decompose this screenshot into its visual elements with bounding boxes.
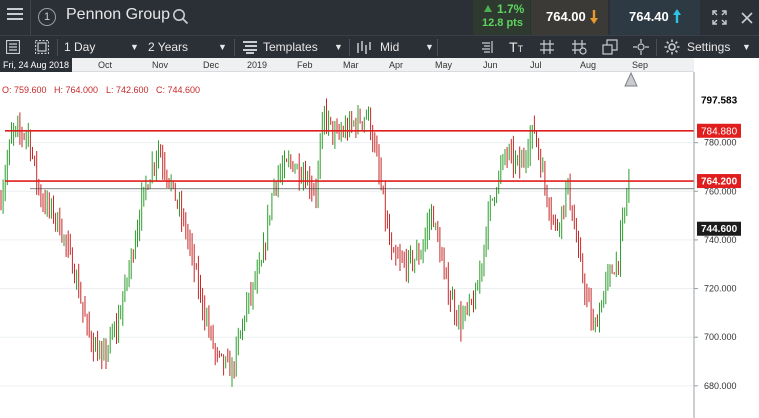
interval-dropdown[interactable]: 1 Day ▼ — [64, 36, 144, 58]
ohlc-high: H: 764.000 — [54, 85, 98, 95]
instrument-number-badge[interactable]: 1 — [38, 8, 56, 26]
price-type-dropdown[interactable]: Mid ▼ — [380, 36, 435, 58]
chevron-down-icon: ▼ — [425, 42, 434, 52]
x-tick-label: Dec — [203, 60, 220, 70]
y-tick-label: 680.000 — [704, 381, 737, 391]
x-tick-label: Sep — [632, 60, 649, 70]
divider — [30, 0, 31, 35]
divider — [437, 39, 438, 56]
text-tool-small-icon: T — [517, 44, 524, 54]
settings-gear-icon[interactable] — [664, 39, 680, 60]
top-bar: 1 Pennon Group 1.7% 12.8 pts 764.00 764.… — [0, 0, 759, 35]
x-tick-label: Apr — [389, 60, 404, 70]
change-up-icon — [484, 5, 492, 12]
price-chart[interactable]: 780.000760.000740.000720.000700.000680.0… — [0, 72, 759, 418]
x-tick-label: Mar — [343, 60, 359, 70]
text-tool-button[interactable]: TT — [509, 36, 523, 60]
templates-dropdown[interactable]: Templates ▼ — [263, 36, 345, 58]
layout-grid-icon[interactable] — [34, 39, 50, 59]
price-label: 784.880 — [701, 126, 738, 137]
price-label: 797.583 — [701, 95, 738, 106]
copy-layers-icon[interactable] — [602, 39, 618, 60]
ohlc-close: C: 744.600 — [156, 85, 200, 95]
search-icon[interactable] — [172, 8, 189, 30]
chevron-down-icon: ▼ — [218, 42, 227, 52]
hamburger-menu-icon[interactable] — [6, 7, 24, 25]
ohlc-low: L: 742.600 — [106, 85, 149, 95]
y-tick-label: 780.000 — [704, 138, 737, 148]
price-label: 764.200 — [701, 177, 738, 188]
range-dropdown[interactable]: 2 Years ▼ — [148, 36, 230, 58]
crosshair-date-badge: Fri, 24 Aug 2018 — [0, 58, 73, 72]
x-tick-label: Nov — [152, 60, 169, 70]
chevron-down-icon: ▼ — [742, 42, 751, 52]
expand-icon[interactable] — [712, 10, 727, 30]
settings-dropdown[interactable]: Settings ▼ — [687, 36, 757, 58]
x-tick-label: Aug — [580, 60, 597, 70]
divider — [234, 39, 235, 56]
divider — [349, 39, 350, 56]
y-tick-label: 700.000 — [704, 332, 737, 342]
change-box: 1.7% 12.8 pts — [473, 0, 530, 35]
chart-type-icon — [356, 40, 372, 59]
instrument-title[interactable]: Pennon Group — [66, 6, 170, 24]
templates-label: Templates — [263, 40, 318, 54]
range-value: 2 Years — [148, 40, 189, 54]
change-points: 12.8 pts — [482, 17, 523, 29]
instrument-number: 1 — [43, 11, 51, 23]
y-tick-label: 740.000 — [704, 235, 737, 245]
buy-up-arrow-icon — [672, 8, 682, 29]
text-tool-label: T — [509, 39, 518, 55]
indicators-icon[interactable] — [479, 40, 493, 59]
chevron-down-icon: ▼ — [130, 42, 139, 52]
grid-icon[interactable] — [540, 40, 554, 59]
buy-price-button[interactable]: 764.40 — [610, 0, 700, 35]
crosshair-grid-icon[interactable] — [571, 39, 587, 60]
x-tick-label: Jul — [530, 60, 542, 70]
change-percent: 1.7% — [497, 2, 525, 16]
buy-price: 764.40 — [629, 9, 669, 24]
y-tick-label: 720.000 — [704, 284, 737, 294]
divider — [57, 39, 58, 56]
sell-price: 764.00 — [546, 9, 586, 24]
ohlc-open: O: 759.600 — [2, 85, 47, 95]
interval-value: 1 Day — [64, 40, 96, 54]
sell-down-arrow-icon — [589, 9, 599, 30]
price-type-value: Mid — [380, 40, 400, 54]
x-tick-label: Jun — [483, 60, 498, 70]
crosshair-icon[interactable] — [633, 39, 649, 60]
list-view-icon[interactable] — [5, 39, 21, 59]
divider — [656, 39, 657, 56]
chart-toolbar: 1 Day ▼ 2 Years ▼ Templates ▼ Mid ▼ TT S… — [0, 35, 759, 58]
sell-price-button[interactable]: 764.00 — [531, 0, 608, 35]
chevron-down-icon: ▼ — [334, 42, 343, 52]
x-tick-label: Oct — [98, 60, 113, 70]
x-tick-label: May — [435, 60, 453, 70]
x-tick-label: Feb — [297, 60, 313, 70]
templates-icon — [243, 41, 257, 59]
x-tick-label: 2019 — [247, 60, 268, 70]
price-label: 744.600 — [701, 224, 738, 235]
settings-label: Settings — [687, 40, 731, 54]
close-icon[interactable] — [741, 11, 753, 29]
